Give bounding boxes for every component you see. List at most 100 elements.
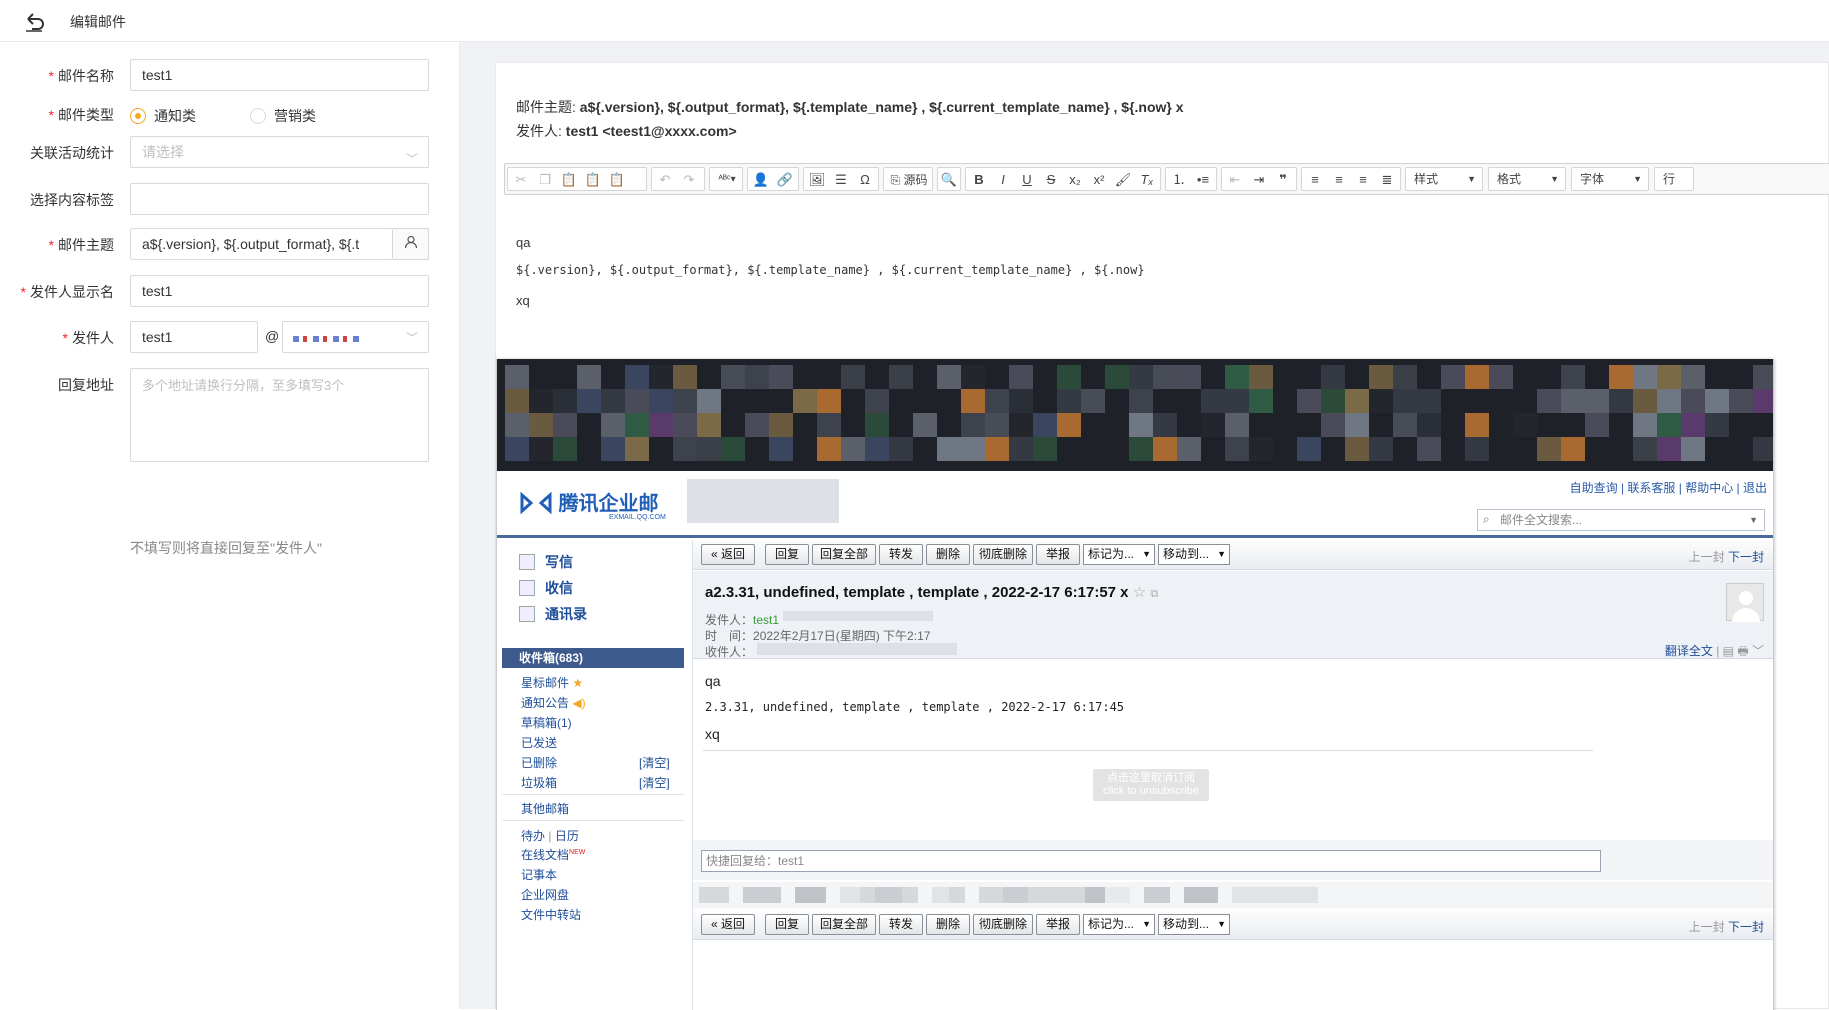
underline-icon[interactable]: U bbox=[1016, 170, 1038, 190]
notes-item[interactable]: 记事本 bbox=[521, 866, 557, 883]
link-icon[interactable]: 🔗 bbox=[774, 170, 796, 190]
report-button[interactable]: 举报 bbox=[1036, 914, 1080, 935]
align-right-icon[interactable]: ≡ bbox=[1352, 170, 1374, 190]
delete-forever-button[interactable]: 彻底删除 bbox=[973, 914, 1033, 935]
align-justify-icon[interactable]: ≣ bbox=[1376, 170, 1398, 190]
mosaic-cell bbox=[1057, 365, 1081, 389]
receive-link[interactable]: 收信 bbox=[519, 578, 573, 598]
pager[interactable]: 上一封 下一封 bbox=[1689, 918, 1764, 935]
reply-all-button[interactable]: 回复全部 bbox=[812, 914, 876, 935]
star-outline-icon[interactable]: ☆ bbox=[1133, 584, 1146, 601]
mosaic-cell bbox=[1753, 365, 1773, 389]
move-to-select[interactable]: 移动到... ▼ bbox=[1158, 914, 1230, 935]
move-to-select[interactable]: 移动到... ▼ bbox=[1158, 544, 1230, 565]
todo-calendar-item[interactable]: 待办 | 日历 bbox=[521, 827, 579, 844]
person-icon[interactable]: 👤 bbox=[750, 170, 772, 190]
write-link[interactable]: 写信 bbox=[519, 552, 573, 572]
align-center-icon[interactable]: ≡ bbox=[1328, 170, 1350, 190]
back-icon[interactable] bbox=[24, 10, 46, 32]
reply-all-button[interactable]: 回复全部 bbox=[812, 544, 876, 565]
undo-group: ↶ ↷ bbox=[651, 167, 705, 191]
image-icon[interactable]: 🖼 bbox=[806, 170, 828, 190]
activity-select[interactable]: 请选择 ﹀ bbox=[130, 136, 429, 168]
mosaic-cell bbox=[1345, 413, 1369, 437]
notice-item[interactable]: 通知公告 ◀) bbox=[521, 694, 586, 711]
docs-item[interactable]: 在线文档NEW bbox=[521, 846, 585, 863]
forward-button[interactable]: 转发 bbox=[879, 544, 923, 565]
other-mailbox-item[interactable]: 其他邮箱 bbox=[521, 800, 569, 817]
clear-format-icon[interactable]: Tₓ bbox=[1136, 170, 1158, 190]
delete-forever-button[interactable]: 彻底删除 bbox=[973, 544, 1033, 565]
brush-icon[interactable]: 🖌 bbox=[1112, 170, 1134, 190]
format-combo[interactable]: 格式 ▼ bbox=[1488, 167, 1566, 191]
align-left-icon[interactable]: ≡ bbox=[1304, 170, 1326, 190]
more-combo[interactable]: 行 bbox=[1654, 167, 1694, 191]
outdent-icon[interactable]: ⇤ bbox=[1224, 170, 1246, 190]
blurred-domain bbox=[293, 336, 363, 342]
subject-input[interactable]: a${.version}, ${.output_format}, ${.t bbox=[130, 228, 393, 260]
popout-icon[interactable]: ⧉ bbox=[1150, 588, 1158, 600]
ordered-list-icon[interactable]: ⒈ bbox=[1168, 170, 1190, 190]
reply-button[interactable]: 回复 bbox=[765, 544, 809, 565]
hr-icon[interactable]: ☰ bbox=[830, 170, 852, 190]
bold-icon[interactable]: B bbox=[968, 170, 990, 190]
mark-as-select[interactable]: 标记为... ▼ bbox=[1083, 914, 1155, 935]
mail-body-line-2: 2.3.31, undefined, template , template ,… bbox=[705, 700, 1125, 714]
drafts-item[interactable]: 草稿箱(1) bbox=[521, 714, 572, 731]
subscript-icon[interactable]: x₂ bbox=[1064, 170, 1086, 190]
clear-deleted-link[interactable]: [清空] bbox=[639, 754, 670, 771]
superscript-icon[interactable]: x² bbox=[1088, 170, 1110, 190]
back-button[interactable]: « 返回 bbox=[701, 544, 755, 565]
spam-item[interactable]: 垃圾箱 bbox=[521, 774, 557, 791]
mosaic-cell bbox=[817, 389, 841, 413]
paste-text-icon[interactable]: 📋 bbox=[582, 170, 604, 190]
transfer-item[interactable]: 文件中转站 bbox=[521, 906, 581, 923]
user-icon[interactable] bbox=[393, 228, 429, 260]
clear-spam-link[interactable]: [清空] bbox=[639, 774, 670, 791]
contacts-link[interactable]: 通讯录 bbox=[519, 604, 587, 624]
delete-button[interactable]: 删除 bbox=[926, 544, 970, 565]
sender-name-input[interactable]: test1 bbox=[130, 275, 429, 307]
sent-item[interactable]: 已发送 bbox=[521, 734, 557, 751]
back-button[interactable]: « 返回 bbox=[701, 914, 755, 935]
strike-icon[interactable]: S bbox=[1040, 170, 1062, 190]
mark-as-select[interactable]: 标记为... ▼ bbox=[1083, 544, 1155, 565]
copy-icon[interactable]: ❐ bbox=[534, 170, 556, 190]
paste-word-icon[interactable]: 📋 bbox=[606, 170, 628, 190]
inbox-item[interactable]: 收件箱(683) bbox=[502, 648, 684, 668]
quick-reply-input[interactable]: 快捷回复给：test1 bbox=[701, 850, 1601, 872]
translate-link[interactable]: 翻译全文 | ▤ 🖶 ﹀ bbox=[1665, 642, 1764, 663]
source-button[interactable]: ⎘ 源码 bbox=[886, 170, 932, 190]
delete-button[interactable]: 删除 bbox=[926, 914, 970, 935]
reply-textarea[interactable]: 多个地址请换行分隔，至多填写3个 bbox=[130, 368, 429, 462]
starred-item[interactable]: 星标邮件 ★ bbox=[521, 674, 583, 691]
radio-marketing[interactable]: 营销类 bbox=[250, 106, 316, 126]
report-button[interactable]: 举报 bbox=[1036, 544, 1080, 565]
disk-item[interactable]: 企业网盘 bbox=[521, 886, 569, 903]
paste-icon[interactable]: 📋 bbox=[558, 170, 580, 190]
indent-icon[interactable]: ⇥ bbox=[1248, 170, 1270, 190]
style-combo[interactable]: 样式 ▼ bbox=[1405, 167, 1483, 191]
forward-button[interactable]: 转发 bbox=[879, 914, 923, 935]
special-char-icon[interactable]: Ω bbox=[854, 170, 876, 190]
cut-icon[interactable]: ✂ bbox=[510, 170, 532, 190]
italic-icon[interactable]: I bbox=[992, 170, 1014, 190]
reply-button[interactable]: 回复 bbox=[765, 914, 809, 935]
font-combo[interactable]: 字体 ▼ bbox=[1571, 167, 1649, 191]
quote-icon[interactable]: ❞ bbox=[1272, 170, 1294, 190]
undo-icon[interactable]: ↶ bbox=[654, 170, 676, 190]
bullet-list-icon[interactable]: •≡ bbox=[1192, 170, 1214, 190]
pager[interactable]: 上一封 下一封 bbox=[1689, 548, 1764, 565]
redo-icon[interactable]: ↷ bbox=[678, 170, 700, 190]
sender-input[interactable]: test1 bbox=[130, 321, 258, 353]
mail-name-input[interactable]: test1 bbox=[130, 59, 429, 91]
tag-input[interactable] bbox=[130, 183, 429, 215]
spellcheck-icon[interactable]: ᴬᴮᶜ▾ bbox=[712, 170, 742, 190]
mail-search-input[interactable]: ⌕ 邮件全文搜索... ▼ bbox=[1477, 509, 1765, 531]
radio-notice[interactable]: 通知类 bbox=[130, 106, 196, 126]
domain-select[interactable]: ﹀ bbox=[282, 321, 429, 353]
header-links[interactable]: 自助查询 | 联系客服 | 帮助中心 | 退出 bbox=[1570, 479, 1767, 496]
unsubscribe-button[interactable]: 点击这里取消订阅 click to unsubscribe bbox=[1093, 769, 1209, 801]
deleted-item[interactable]: 已删除 bbox=[521, 754, 557, 771]
preview-icon[interactable]: 🔍 bbox=[938, 170, 960, 190]
